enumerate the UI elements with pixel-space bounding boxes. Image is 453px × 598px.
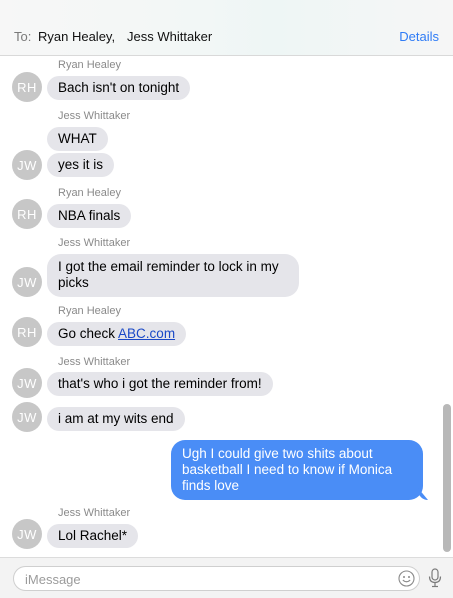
message-bubble[interactable]: Bach isn't on tonight <box>47 76 191 100</box>
message-text: Go check <box>58 326 119 341</box>
sender-name: Ryan Healey <box>58 59 121 71</box>
to-label: To: <box>14 29 32 44</box>
message-input[interactable]: iMessage <box>13 566 420 591</box>
sender-name: Jess Whittaker <box>58 110 131 122</box>
sender-name: Jess Whittaker <box>58 507 131 519</box>
avatar: JW <box>12 519 42 549</box>
message-line: picks <box>58 275 89 290</box>
message-bubble[interactable]: i am at my wits end <box>47 407 185 431</box>
emoji-icon[interactable] <box>398 570 415 587</box>
avatar: JW <box>12 150 42 180</box>
recipient-ryan-healey[interactable]: Ryan Healey, <box>38 29 115 44</box>
details-button[interactable]: Details <box>399 29 439 44</box>
message-line: I got the email reminder to lock in my <box>58 259 279 274</box>
message-thread[interactable]: Ryan Healey RH Bach isn't on tonight Jes… <box>0 57 453 557</box>
outgoing-message-bubble[interactable]: Ugh I could give two shits about basketb… <box>171 440 423 500</box>
avatar: RH <box>12 72 42 102</box>
sender-name: Jess Whittaker <box>58 237 131 249</box>
sender-name: Ryan Healey <box>58 305 121 317</box>
avatar: JW <box>12 402 42 432</box>
input-placeholder: iMessage <box>25 572 81 587</box>
sender-name: Jess Whittaker <box>58 356 131 368</box>
message-bubble[interactable]: I got the email reminder to lock in my p… <box>47 254 299 297</box>
abc-link[interactable]: ABC.com <box>118 326 175 341</box>
message-line: Ugh I could give two shits about <box>182 446 373 461</box>
sender-name: Ryan Healey <box>58 187 121 199</box>
conversation-header: To: Ryan Healey, Jess Whittaker Details <box>0 0 453 56</box>
message-input-bar: iMessage <box>0 557 453 598</box>
microphone-icon[interactable] <box>428 568 442 588</box>
message-bubble[interactable]: Lol Rachel* <box>47 524 139 548</box>
message-bubble[interactable]: Go check ABC.com <box>47 322 187 346</box>
recipient-jess-whittaker[interactable]: Jess Whittaker <box>127 29 212 44</box>
avatar: RH <box>12 317 42 347</box>
avatar: JW <box>12 368 42 398</box>
message-bubble[interactable]: that's who i got the reminder from! <box>47 372 273 396</box>
scrollbar-thumb[interactable] <box>443 404 451 552</box>
message-line: finds love <box>182 478 240 493</box>
avatar: JW <box>12 267 42 297</box>
message-bubble[interactable]: WHAT <box>47 127 108 151</box>
message-bubble[interactable]: NBA finals <box>47 204 132 228</box>
message-bubble[interactable]: yes it is <box>47 153 115 177</box>
message-line: basketball I need to know if Monica <box>182 462 393 477</box>
avatar: RH <box>12 199 42 229</box>
